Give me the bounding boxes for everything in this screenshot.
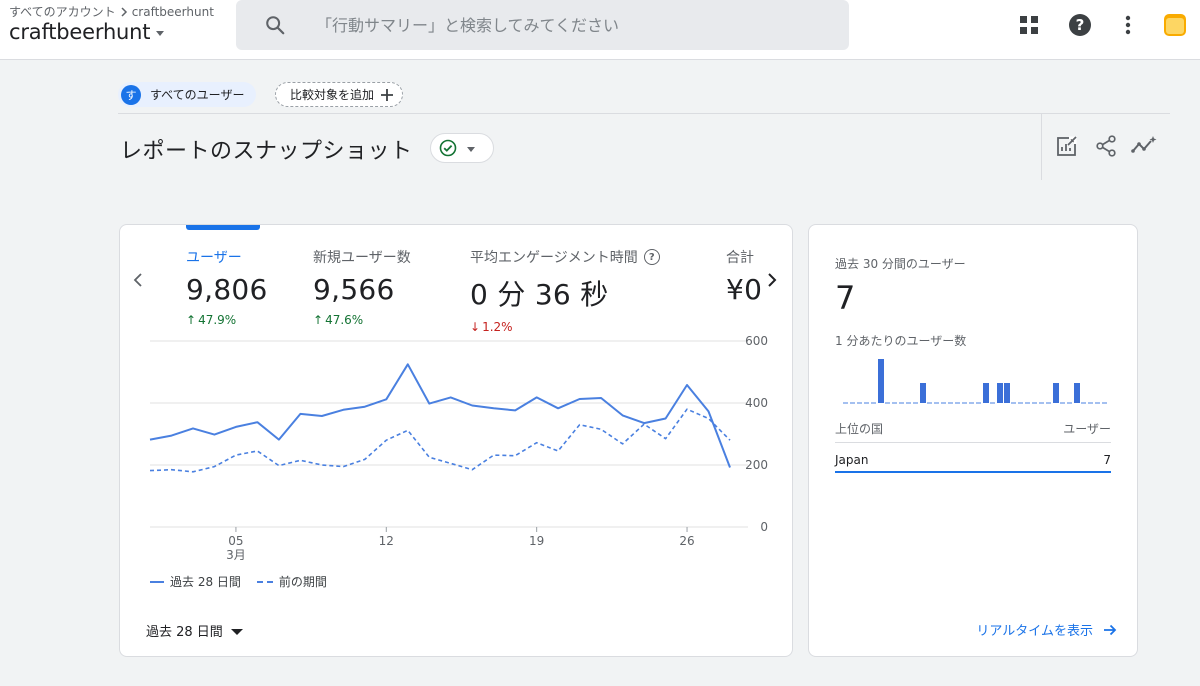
metric-value: 9,566: [313, 273, 395, 306]
per-minute-bar: [878, 359, 884, 403]
per-minute-bar: [1004, 383, 1010, 403]
metric-value: 0 分 36 秒: [470, 278, 609, 311]
realtime-title: 過去 30 分間のユーザー: [835, 257, 966, 271]
per-minute-bar: [997, 383, 1003, 403]
table-row: Japan 7: [835, 453, 1111, 467]
report-status-dropdown[interactable]: [430, 133, 494, 163]
metric-label: 平均エンゲージメント時間?: [470, 247, 660, 267]
per-minute-bar: [983, 383, 989, 403]
add-comparison-button[interactable]: 比較対象を追加: [275, 82, 404, 107]
customize-report-icon[interactable]: [1054, 133, 1080, 159]
per-minute-bar: [1074, 383, 1080, 403]
x-tick-label: 12: [379, 534, 394, 548]
y-tick-label: 200: [745, 458, 768, 472]
metric-label: ユーザー: [186, 250, 242, 266]
metric-tab-new-users[interactable]: 新規ユーザー数 9,566 ↑ 47.6%: [313, 247, 411, 327]
page-title: レポートのスナップショット: [120, 139, 413, 164]
chevron-right-icon: [121, 6, 127, 17]
header-divider: [118, 113, 1170, 114]
segment-chip-all-users[interactable]: す すべてのユーザー: [118, 82, 257, 107]
segment-badge: す: [121, 84, 141, 105]
table-divider: [835, 442, 1111, 443]
y-tick-label: 400: [745, 396, 768, 410]
help-outline-icon[interactable]: ?: [643, 249, 660, 265]
caret-down-icon: [467, 147, 475, 152]
check-circle-icon: [439, 139, 457, 157]
date-range-dropdown[interactable]: 過去 28 日間: [146, 621, 243, 640]
more-vert-icon[interactable]: [1116, 13, 1140, 37]
breadcrumb-root[interactable]: すべてのアカウント: [9, 3, 116, 20]
country-table-header: 上位の国 ユーザー: [835, 422, 1111, 436]
view-realtime-link[interactable]: リアルタイムを表示: [976, 620, 1117, 639]
x-tick-label: 05: [228, 534, 243, 548]
account-avatar-icon[interactable]: [1163, 13, 1187, 37]
metric-tab-users[interactable]: ユーザー 9,806 ↑ 47.9%: [186, 247, 268, 327]
x-tick-label: 26: [679, 534, 694, 548]
per-minute-bar: [920, 383, 926, 403]
country-name: Japan: [835, 453, 869, 467]
active-tab-indicator: [186, 225, 260, 230]
add-comparison-label: 比較対象を追加: [290, 88, 375, 102]
share-icon[interactable]: [1093, 133, 1119, 159]
search-icon: [266, 16, 285, 35]
actions-divider: [1041, 113, 1042, 180]
insights-icon[interactable]: [1131, 133, 1157, 159]
search-bar[interactable]: [236, 0, 849, 50]
metric-tab-total[interactable]: 合計 ¥0: [726, 247, 762, 306]
legend-current: 過去 28 日間: [150, 573, 241, 590]
series-line-current: [149, 363, 731, 468]
breadcrumb-child[interactable]: craftbeerhunt: [132, 5, 214, 19]
realtime-user-count: 7: [835, 279, 856, 317]
metric-value: ¥0: [726, 273, 763, 306]
country-users: 7: [1103, 453, 1111, 467]
metric-label: 合計: [726, 250, 754, 266]
search-input[interactable]: [316, 15, 836, 35]
realtime-card: 過去 30 分間のユーザー 7 1 分あたりのユーザー数 上位の国 ユーザー J…: [808, 224, 1138, 657]
per-minute-label: 1 分あたりのユーザー数: [835, 334, 967, 348]
metric-tab-avg-engagement[interactable]: 平均エンゲージメント時間? 0 分 36 秒 ↓ 1.2%: [470, 247, 660, 334]
chart-legend: 過去 28 日間 前の期間: [150, 573, 327, 590]
y-tick-label: 0: [760, 520, 768, 534]
chevron-right-icon[interactable]: [762, 267, 782, 293]
metrics-chart-card: ユーザー 9,806 ↑ 47.9% 新規ユーザー数 9,566 ↑ 47.6% 平…: [119, 224, 793, 657]
apps-grid-icon[interactable]: [1017, 13, 1041, 37]
segment-label: すべてのユーザー: [150, 88, 245, 102]
y-tick-label: 600: [745, 334, 768, 348]
metric-label: 新規ユーザー数: [313, 250, 411, 266]
per-minute-bar: [1053, 383, 1059, 403]
caret-down-icon: [230, 629, 243, 635]
date-range-label: 過去 28 日間: [146, 625, 223, 640]
x-tick-label: 19: [529, 534, 544, 548]
legend-previous: 前の期間: [256, 573, 327, 590]
line-chart: 600 400 200 0 053月 12 19 26: [149, 334, 768, 562]
account-selector[interactable]: craftbeerhunt: [9, 20, 165, 44]
chevron-left-icon[interactable]: [128, 267, 148, 293]
x-tick-sublabel: 3月: [226, 548, 246, 562]
plus-icon: [381, 88, 394, 101]
account-name: craftbeerhunt: [9, 20, 151, 44]
svg-text:?: ?: [1076, 16, 1085, 34]
country-share-bar: [835, 471, 1111, 473]
caret-down-icon: [156, 31, 165, 36]
metric-value: 9,806: [186, 273, 268, 306]
breadcrumb[interactable]: すべてのアカウント craftbeerhunt: [9, 3, 214, 20]
arrow-right-icon: [1104, 624, 1117, 635]
help-icon[interactable]: ?: [1068, 13, 1092, 37]
top-bar: すべてのアカウント craftbeerhunt craftbeerhunt ?: [0, 0, 1200, 60]
per-minute-bar-chart: [843, 359, 1107, 404]
series-line-previous: [149, 408, 731, 473]
